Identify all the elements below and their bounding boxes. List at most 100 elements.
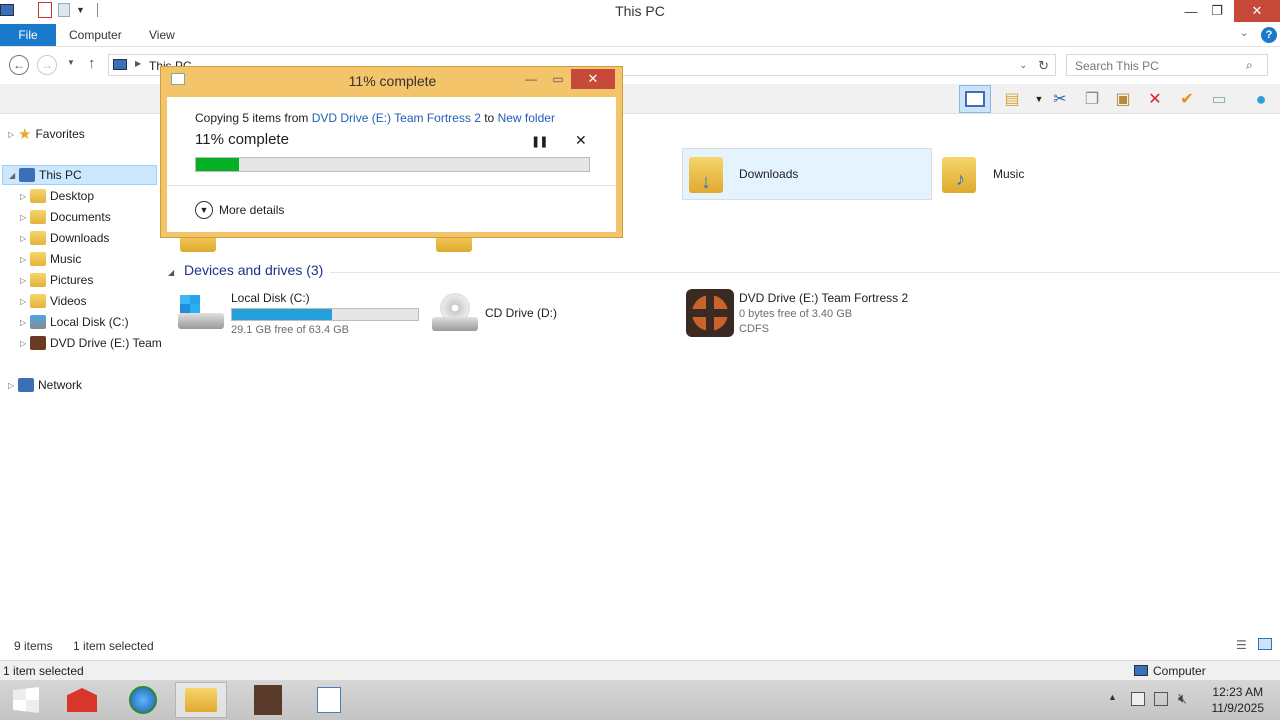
- properties-icon[interactable]: ▭: [1206, 87, 1232, 111]
- globe-icon[interactable]: ●: [1248, 87, 1274, 111]
- computer-icon: [19, 168, 35, 182]
- folder-icon: [30, 231, 46, 245]
- sidebar-item-videos[interactable]: ▷ Videos: [20, 291, 86, 311]
- expand-icon[interactable]: ▷: [20, 318, 30, 327]
- expand-icon[interactable]: ▷: [20, 234, 30, 243]
- folder-tile-music[interactable]: ♪ Music: [942, 148, 1192, 200]
- restore-button[interactable]: ❐: [1200, 0, 1234, 22]
- dialog-body: Copying 5 items from DVD Drive (E:) Team…: [167, 97, 616, 232]
- address-dropdown-icon[interactable]: ⌄: [1019, 60, 1027, 71]
- close-button[interactable]: ✕: [1234, 0, 1280, 22]
- sidebar-item-music[interactable]: ▷ Music: [20, 249, 81, 269]
- cancel-copy-button[interactable]: ✕: [575, 132, 587, 149]
- drive-filesystem: CDFS: [739, 323, 769, 335]
- collapse-icon[interactable]: ◢: [9, 171, 19, 180]
- taskbar-app-browser[interactable]: [117, 682, 169, 718]
- tab-file[interactable]: File: [0, 24, 56, 46]
- volume-muted-icon[interactable]: 🔇︎: [1178, 690, 1187, 707]
- sidebar-item-network[interactable]: ▷ Network: [8, 375, 82, 395]
- expand-ribbon-icon[interactable]: ⌄: [1240, 24, 1248, 46]
- folder-tile-downloads[interactable]: ↓ Downloads: [682, 148, 932, 200]
- sidebar-item-desktop[interactable]: ▷ Desktop: [20, 186, 94, 206]
- sidebar-item-favorites[interactable]: ▷ ★ Favorites: [8, 124, 85, 144]
- network-icon: [18, 378, 34, 392]
- preview-pane-icon[interactable]: [959, 85, 991, 113]
- expand-icon[interactable]: ▷: [20, 339, 30, 348]
- folder-icon: [30, 294, 46, 308]
- expand-icon[interactable]: ▷: [20, 276, 30, 285]
- copy-to-text: to: [484, 111, 495, 125]
- taskbar-app-game[interactable]: [242, 682, 294, 718]
- sidebar-item-downloads[interactable]: ▷ Downloads: [20, 228, 109, 248]
- taskbar-app-mail[interactable]: [56, 682, 108, 718]
- sidebar-item-label: Videos: [50, 294, 87, 308]
- destination-link[interactable]: New folder: [498, 111, 555, 125]
- dialog-divider: [167, 185, 616, 186]
- breadcrumb-chevron-icon[interactable]: ▶: [135, 59, 141, 68]
- folder-options-icon[interactable]: ▤: [999, 87, 1025, 111]
- cut-icon[interactable]: ✂: [1047, 87, 1073, 111]
- capacity-fill: [232, 308, 333, 320]
- start-button[interactable]: [0, 682, 52, 718]
- forward-button[interactable]: →: [37, 55, 57, 75]
- tab-computer[interactable]: Computer: [69, 24, 122, 46]
- drive-free-space: 29.1 GB free of 63.4 GB: [231, 323, 350, 336]
- location-label: Computer: [1153, 664, 1206, 678]
- sidebar-item-documents[interactable]: ▷ Documents: [20, 207, 111, 227]
- large-icons-view-icon[interactable]: [1258, 638, 1272, 650]
- expand-icon[interactable]: ▷: [8, 130, 18, 139]
- help-icon[interactable]: ?: [1261, 27, 1277, 43]
- expand-icon[interactable]: ▷: [20, 297, 30, 306]
- action-center-icon[interactable]: [1131, 692, 1145, 706]
- network-status-icon[interactable]: [1154, 692, 1168, 706]
- back-button[interactable]: ←: [9, 55, 29, 75]
- taskbar: ▲ 🔇︎ 12:23 AM 11/9/2025: [0, 680, 1280, 720]
- drive-tile-cd-drive[interactable]: CD Drive (D:): [430, 288, 680, 338]
- drive-free-space: 0 bytes free of 3.40 GB: [739, 308, 853, 320]
- drive-label: CD Drive (D:): [485, 306, 557, 320]
- expand-icon[interactable]: ▷: [20, 255, 30, 264]
- dialog-close-button[interactable]: ✕: [571, 69, 615, 89]
- expand-icon[interactable]: ▷: [20, 213, 30, 222]
- search-input[interactable]: Search This PC: [1066, 54, 1268, 76]
- paste-icon[interactable]: ▣: [1110, 87, 1136, 111]
- drive-icon: [30, 315, 46, 329]
- details-view-icon[interactable]: ☰: [1236, 638, 1247, 652]
- refresh-icon[interactable]: ↻: [1038, 58, 1049, 74]
- copy-progress-bar: [195, 157, 590, 172]
- sidebar-item-label: Desktop: [50, 189, 95, 203]
- title-bar: ▼ This PC — ❐ ✕: [0, 0, 1280, 24]
- collapse-icon[interactable]: ◢: [168, 268, 174, 277]
- system-clock[interactable]: 12:23 AM 11/9/2025: [1212, 684, 1265, 716]
- pause-button[interactable]: ❚❚: [531, 135, 548, 148]
- drive-tile-dvd-drive[interactable]: DVD Drive (E:) Team Fortress 2 0 bytes f…: [684, 288, 964, 338]
- game-icon: [254, 685, 282, 715]
- sidebar-item-label: Music: [50, 252, 82, 266]
- delete-icon[interactable]: ✕: [1142, 87, 1168, 111]
- more-details-toggle[interactable]: ▼ More details: [195, 201, 284, 219]
- folder-label: Downloads: [739, 167, 799, 181]
- up-button[interactable]: ↑: [88, 55, 96, 72]
- sidebar-item-local-disk[interactable]: ▷ Local Disk (C:): [20, 312, 129, 332]
- search-icon[interactable]: ⌕: [1246, 58, 1253, 73]
- show-hidden-icons-button[interactable]: ▲: [1108, 692, 1117, 702]
- sidebar-item-this-pc[interactable]: ◢ This PC: [2, 165, 157, 185]
- cd-drive-icon: [430, 291, 480, 335]
- sidebar-item-dvd-drive[interactable]: ▷ DVD Drive (E:) Team: [20, 333, 162, 353]
- taskbar-app-wordpad[interactable]: [303, 682, 355, 718]
- tab-view[interactable]: View: [149, 24, 175, 46]
- dialog-maximize-button[interactable]: ▭: [546, 70, 570, 88]
- expand-icon[interactable]: ▷: [8, 381, 18, 390]
- expand-icon[interactable]: ▷: [20, 192, 30, 201]
- section-title: Devices and drives (3): [184, 262, 324, 278]
- source-link[interactable]: DVD Drive (E:) Team Fortress 2: [312, 111, 481, 125]
- downloads-folder-icon: ↓: [689, 153, 725, 195]
- copy-icon[interactable]: ❐: [1079, 87, 1105, 111]
- folder-icon: [185, 688, 217, 712]
- drive-tile-local-disk[interactable]: Local Disk (C:) 29.1 GB free of 63.4 GB: [176, 288, 426, 338]
- taskbar-app-file-explorer[interactable]: [175, 682, 227, 718]
- dialog-minimize-button[interactable]: —: [519, 70, 543, 88]
- rename-icon[interactable]: ✔: [1174, 87, 1200, 111]
- recent-locations-icon[interactable]: ▼: [67, 58, 75, 67]
- sidebar-item-pictures[interactable]: ▷ Pictures: [20, 270, 93, 290]
